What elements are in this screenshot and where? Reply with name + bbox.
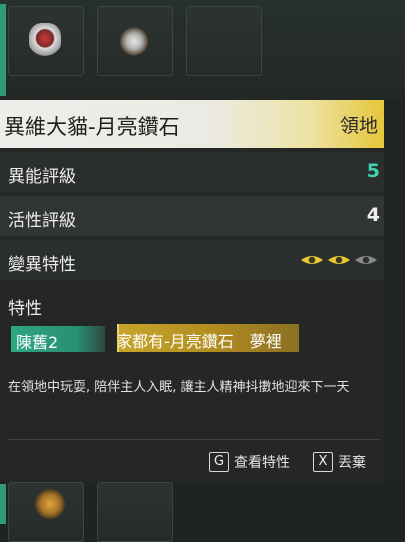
trait-chip-worn[interactable]: 陳舊2 (11, 326, 105, 352)
stat-label: 活性評級 (8, 211, 76, 231)
g-key-icon: G (209, 452, 229, 472)
stat-row-activity: 活性評級 4 (0, 196, 384, 236)
stat-row-ability: 異能評級 5 (0, 152, 384, 192)
eye-icon (301, 256, 323, 264)
inventory-slot[interactable] (97, 6, 173, 76)
mutation-eyes (300, 254, 378, 266)
item-detail-panel: 異維大貓-月亮鑽石 領地 異能評級 5 活性評級 4 變異特性 特性 陳舊2 家… (0, 100, 384, 482)
view-traits-action[interactable]: G 查看特性 (209, 452, 290, 472)
eye-icon (355, 256, 377, 264)
inventory-slot[interactable] (186, 6, 262, 76)
inventory-slot[interactable] (8, 482, 84, 542)
discard-action[interactable]: X 丟棄 (313, 452, 366, 472)
discard-label: 丟棄 (338, 455, 366, 471)
item-tag: 領地 (339, 115, 378, 137)
mutation-label: 變異特性 (8, 255, 76, 275)
item-name: 異維大貓-月亮鑽石 (4, 115, 180, 139)
inventory-selection-edge (0, 484, 6, 524)
item-description: 在領地中玩耍, 陪伴主人入眠, 讓主人精神抖擻地迎來下一天 (8, 380, 350, 395)
divider (8, 439, 380, 440)
stat-value: 5 (366, 160, 380, 182)
trait-chip-label: 陳舊2 (16, 333, 59, 352)
item-header: 異維大貓-月亮鑽石 領地 (0, 100, 384, 148)
traits-label: 特性 (8, 299, 42, 319)
stat-value: 4 (366, 204, 380, 226)
x-key-icon: X (313, 452, 333, 472)
trait-chip-label: 家都有-月亮鑽石 夢裡 (117, 332, 282, 351)
eye-icon (328, 256, 350, 264)
inventory-slot[interactable] (8, 6, 84, 76)
item-thumbnail (120, 27, 148, 59)
mutation-row: 變異特性 (0, 240, 384, 280)
trait-chip-moon-diamond[interactable]: 家都有-月亮鑽石 夢裡 (117, 324, 299, 352)
item-thumbnail (35, 489, 65, 519)
stat-label: 異能評級 (8, 167, 76, 187)
view-traits-label: 查看特性 (234, 455, 290, 471)
inventory-selection-edge (0, 4, 6, 96)
item-thumbnail (29, 23, 61, 57)
inventory-slot[interactable] (97, 482, 173, 542)
